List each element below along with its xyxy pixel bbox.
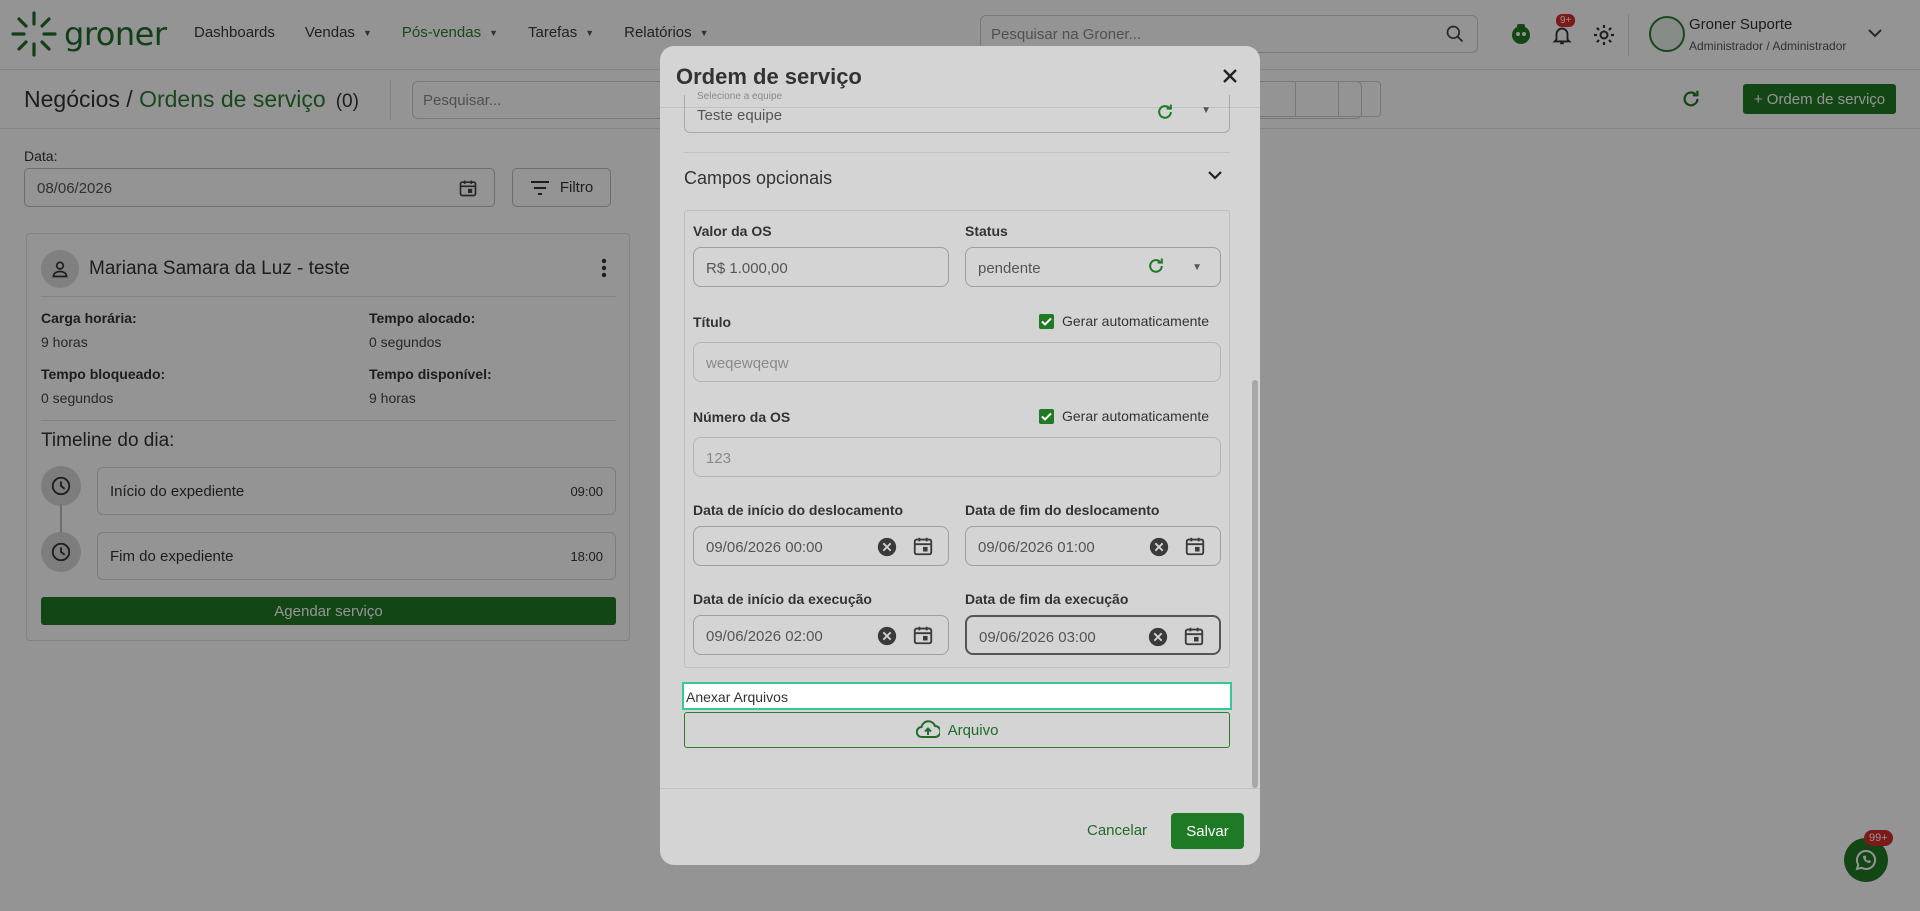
save-button[interactable]: Salvar <box>1171 813 1244 849</box>
clear-icon[interactable] <box>876 625 898 647</box>
travel-start-value: 09/06/2026 00:00 <box>706 539 823 556</box>
team-select-value: Teste equipe <box>697 107 783 124</box>
clear-icon[interactable] <box>1147 626 1169 648</box>
execution-start-input[interactable]: 09/06/2026 02:00 <box>693 615 949 655</box>
service-order-modal: Ordem de serviço Selecione a equipe Test… <box>660 46 1260 865</box>
cancel-button[interactable]: Cancelar <box>1087 822 1147 839</box>
close-icon[interactable] <box>1222 68 1238 84</box>
divider <box>684 152 1230 153</box>
execution-end-input[interactable]: 09/06/2026 03:00 <box>965 615 1221 655</box>
os-number-value: 123 <box>706 450 732 467</box>
title-input[interactable]: weqewqeqw <box>693 342 1221 382</box>
auto-title-label: Gerar automaticamente <box>1062 313 1210 329</box>
os-number-label: Número da OS <box>693 409 791 425</box>
modal-title: Ordem de serviço <box>676 64 862 89</box>
value-text: R$ 1.000,00 <box>706 260 788 277</box>
team-select-label: Selecione a equipe <box>697 91 783 102</box>
cloud-upload-icon <box>915 720 940 738</box>
dropdown-arrow-icon[interactable]: ▼ <box>1201 105 1211 116</box>
status-value: pendente <box>978 260 1041 277</box>
title-label: Título <box>693 314 732 330</box>
attach-files-text: Anexar Arquivos <box>686 689 788 705</box>
team-select[interactable]: Selecione a equipe Teste equipe ▼ <box>684 91 1230 133</box>
calendar-icon[interactable] <box>1184 535 1206 557</box>
modal-scrollbar[interactable] <box>1252 380 1258 788</box>
upload-file-label: Arquivo <box>947 721 999 739</box>
optional-fields-title[interactable]: Campos opcionais <box>684 168 832 189</box>
checkbox-checked-icon <box>1039 408 1054 424</box>
os-number-input[interactable]: 123 <box>693 437 1221 477</box>
title-value: weqewqeqw <box>706 355 789 372</box>
value-input[interactable]: R$ 1.000,00 <box>693 247 949 287</box>
auto-number-checkbox[interactable]: Gerar automaticamente <box>1039 408 1209 424</box>
clear-icon[interactable] <box>1148 536 1170 558</box>
execution-end-value: 09/06/2026 03:00 <box>979 629 1096 646</box>
travel-start-label: Data de início do deslocamento <box>693 502 904 518</box>
auto-title-checkbox[interactable]: Gerar automaticamente <box>1039 313 1209 329</box>
travel-end-value: 09/06/2026 01:00 <box>978 539 1095 556</box>
optional-fields-panel: Valor da OS R$ 1.000,00 Status pendente … <box>684 210 1230 668</box>
execution-start-label: Data de início da execução <box>693 591 872 607</box>
calendar-icon[interactable] <box>1183 625 1205 647</box>
checkbox-checked-icon <box>1039 313 1054 329</box>
clear-icon[interactable] <box>876 536 898 558</box>
refresh-icon[interactable] <box>1146 256 1166 276</box>
status-label: Status <box>965 223 1008 239</box>
status-select[interactable]: pendente ▼ <box>965 247 1221 287</box>
dropdown-arrow-icon[interactable]: ▼ <box>1192 262 1202 273</box>
value-label: Valor da OS <box>693 223 772 239</box>
calendar-icon[interactable] <box>912 535 934 557</box>
travel-start-input[interactable]: 09/06/2026 00:00 <box>693 526 949 566</box>
chevron-down-icon[interactable] <box>1208 170 1222 180</box>
upload-file-button[interactable]: Arquivo <box>684 712 1230 748</box>
execution-start-value: 09/06/2026 02:00 <box>706 628 823 645</box>
calendar-icon[interactable] <box>912 624 934 646</box>
auto-number-label: Gerar automaticamente <box>1062 408 1210 424</box>
divider <box>660 788 1260 789</box>
execution-end-label: Data de fim da execução <box>965 591 1129 607</box>
refresh-icon[interactable] <box>1155 102 1175 122</box>
attach-files-label: Anexar Arquivos <box>682 682 1232 710</box>
travel-end-label: Data de fim do deslocamento <box>965 502 1160 518</box>
travel-end-input[interactable]: 09/06/2026 01:00 <box>965 526 1221 566</box>
